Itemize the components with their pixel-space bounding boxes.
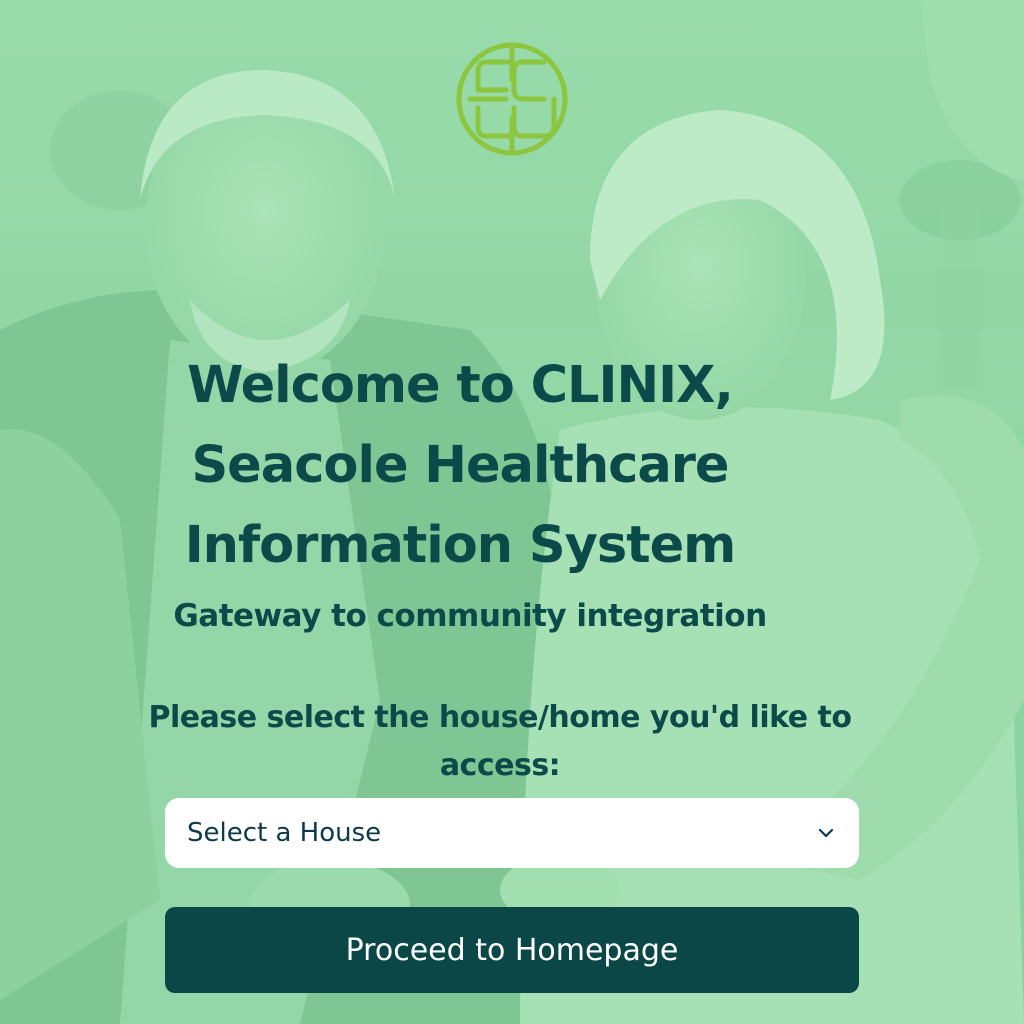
house-select-value: Select a House — [187, 818, 382, 848]
seacole-es-logo-icon — [456, 42, 568, 156]
title-line-3: Information System — [184, 516, 737, 575]
proceed-to-homepage-button[interactable]: Proceed to Homepage — [165, 907, 859, 993]
house-select-dropdown[interactable]: Select a House — [165, 798, 859, 868]
page-subtitle: Gateway to community integration — [173, 598, 767, 634]
prompt-line-2: access: — [439, 748, 561, 783]
login-page: Welcome to CLINIX, Seacole Healthcare In… — [0, 0, 1024, 1024]
page-title: Welcome to CLINIX, Seacole Healthcare In… — [150, 346, 770, 586]
title-line-1: Welcome to CLINIX, — [187, 356, 734, 415]
chevron-down-icon — [817, 824, 835, 842]
prompt-line-1: Please select the house/home you'd like … — [148, 700, 852, 735]
welcome-content: Welcome to CLINIX, Seacole Healthcare In… — [0, 0, 1024, 1024]
title-line-2: Seacole Healthcare — [191, 436, 729, 495]
house-select-prompt: Please select the house/home you'd like … — [110, 694, 890, 790]
